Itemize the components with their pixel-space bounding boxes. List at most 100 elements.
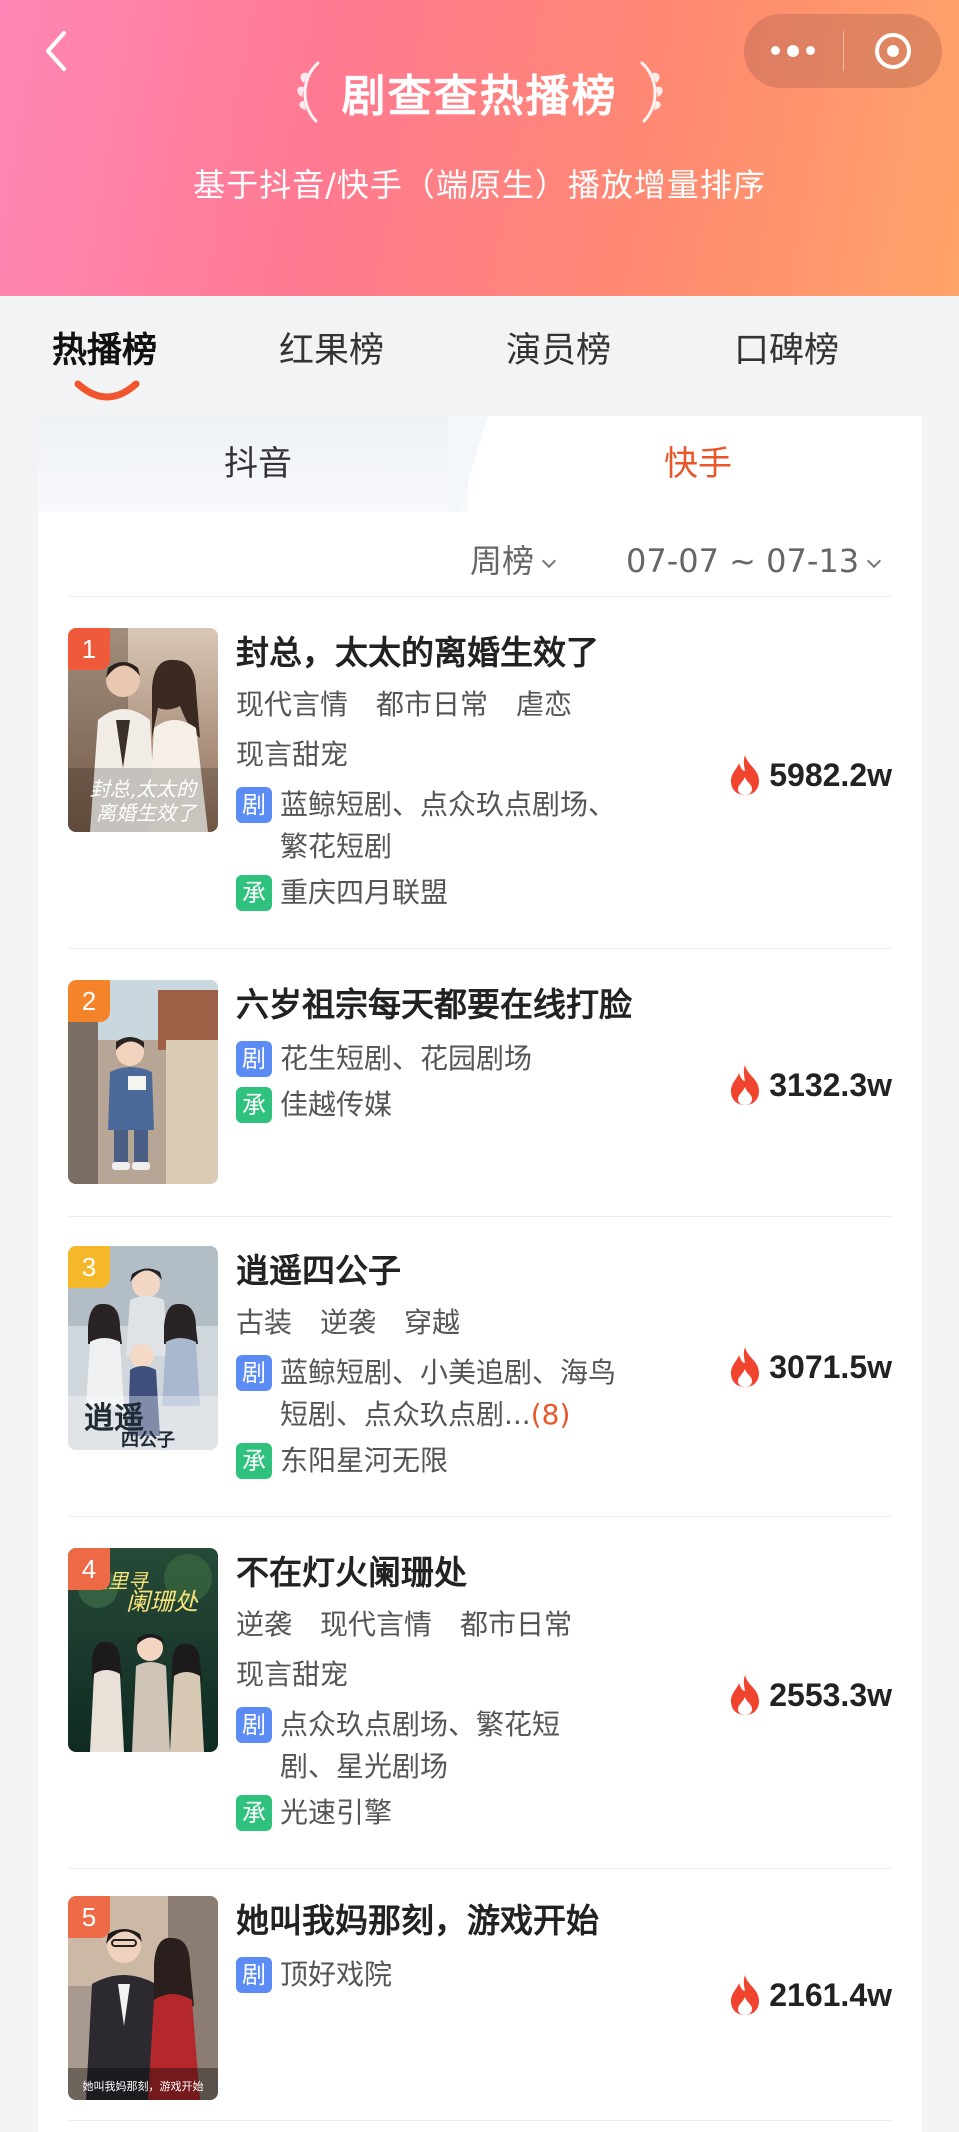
filter-row: 周榜 07-07 ~ 07-13 — [38, 516, 922, 606]
drama-title: 封总，太太的离婚生效了 — [236, 633, 599, 672]
platforms-text: 花生短剧、花园剧场 — [280, 1042, 533, 1075]
drama-info: 逍遥四公子 古装 逆袭 穿越 剧 蓝鲸短剧、小美追剧、海鸟短剧、点众玖点剧...(8… — [236, 1246, 706, 1482]
drama-title: 六岁祖宗每天都要在线打脸 — [236, 985, 632, 1024]
header-banner: 剧查查热播榜 基于抖音/快手（端原生）播放增量排序 — [0, 0, 959, 296]
rank-badge: 4 — [68, 1548, 110, 1590]
platform-label: 剧 — [236, 1355, 272, 1391]
tab-hot[interactable]: 热播榜 — [52, 326, 157, 376]
main-tab-bar: 热播榜 红果榜 演员榜 口碑榜 — [0, 296, 959, 416]
platforms-line: 剧 花生短剧、花园剧场 — [236, 1038, 706, 1080]
heat-number: 3132.3w — [769, 1066, 892, 1103]
tab-actors[interactable]: 演员榜 — [506, 326, 611, 376]
platform-label: 剧 — [236, 1957, 272, 1993]
producer-label: 承 — [236, 1443, 272, 1479]
platforms-line: 剧 顶好戏院 — [236, 1954, 706, 1996]
drama-poster: 2 — [68, 980, 218, 1184]
producer-label: 承 — [236, 1795, 272, 1831]
drama-row[interactable]: 封总,太太的 离婚生效了 1 封总，太太的离婚生效了 现代言情 都市日常 虐恋 现言… — [68, 628, 892, 928]
svg-text:她叫我妈那刻，游戏开始: 她叫我妈那刻，游戏开始 — [83, 2079, 204, 2093]
platforms-text: 蓝鲸短剧、小美追剧、海鸟短剧、点众玖点剧...(8) — [280, 1352, 620, 1436]
drama-info: 她叫我妈那刻，游戏开始 剧 顶好戏院 — [236, 1896, 706, 1996]
platforms-text: 点众玖点剧场、繁花短剧、星光剧场 — [280, 1708, 561, 1783]
drama-tags: 逆袭 现代言情 都市日常 现言甜宠 — [236, 1600, 706, 1700]
date-range-value: 07-07 ~ 07-13 — [626, 542, 860, 580]
producer-text: 东阳星河无限 — [280, 1444, 449, 1477]
period-select[interactable]: 周榜 — [470, 536, 557, 586]
divider — [68, 1868, 892, 1869]
drama-poster: 她叫我妈那刻，游戏开始 5 — [68, 1896, 218, 2100]
producer-line: 承 佳越传媒 — [236, 1084, 706, 1126]
tag: 虐恋 — [516, 688, 573, 721]
laurel-left-icon — [296, 61, 319, 123]
heat-value: 2553.3w — [727, 1670, 892, 1720]
tag: 现言甜宠 — [236, 738, 349, 771]
drama-info: 封总，太太的离婚生效了 现代言情 都市日常 虐恋 现言甜宠 剧 蓝鲸短剧、点众玖点剧… — [236, 628, 706, 914]
tag: 逆袭 — [320, 1306, 377, 1339]
platform-label: 剧 — [236, 1041, 272, 1077]
drama-row[interactable]: 众里寻 阑珊处 4 不在灯火阑珊处 逆袭 现代言情 都市日常 现言甜宠 剧 点众… — [68, 1548, 892, 1848]
platforms-line: 剧 蓝鲸短剧、点众玖点剧场、繁花短剧 — [236, 784, 706, 868]
platform-label: 剧 — [236, 1707, 272, 1743]
tab-reputation[interactable]: 口碑榜 — [734, 326, 839, 376]
tab-hongguo[interactable]: 红果榜 — [279, 326, 384, 376]
producer-label: 承 — [236, 1087, 272, 1123]
tag: 现言甜宠 — [236, 1658, 349, 1691]
date-range-select[interactable]: 07-07 ~ 07-13 — [626, 536, 882, 586]
tag: 穿越 — [404, 1306, 461, 1339]
divider — [68, 596, 892, 597]
ranking-card: 抖音 快手 周榜 07-07 ~ 07-13 封总,太太的 离婚生效了 1 封总… — [38, 416, 922, 2132]
rank-badge: 5 — [68, 1896, 110, 1938]
drama-title: 逍遥四公子 — [236, 1251, 401, 1290]
tag: 古装 — [236, 1306, 293, 1339]
heat-number: 2553.3w — [769, 1676, 892, 1713]
heat-value: 2161.4w — [727, 1970, 892, 2020]
fire-icon — [731, 1065, 760, 1105]
drama-info: 不在灯火阑珊处 逆袭 现代言情 都市日常 现言甜宠 剧 点众玖点剧场、繁花短剧、星光… — [236, 1548, 706, 1834]
platform-tab-bar: 抖音 快手 — [38, 416, 922, 512]
tag: 现代言情 — [236, 688, 349, 721]
rank-badge: 2 — [68, 980, 110, 1022]
tag: 都市日常 — [460, 1608, 573, 1641]
platforms-line: 剧 蓝鲸短剧、小美追剧、海鸟短剧、点众玖点剧...(8) — [236, 1352, 706, 1436]
heat-number: 5982.2w — [769, 756, 892, 793]
title-row: 剧查查热播榜 — [0, 56, 959, 128]
fire-icon — [731, 1675, 760, 1715]
producer-text: 光速引擎 — [280, 1796, 393, 1829]
heat-number: 2161.4w — [769, 1976, 892, 2013]
producer-text: 重庆四月联盟 — [280, 876, 449, 909]
svg-text:四公子: 四公子 — [121, 1430, 175, 1450]
producer-line: 承 光速引擎 — [236, 1792, 706, 1834]
platforms-text: 顶好戏院 — [280, 1958, 393, 1991]
more-platforms-link[interactable]: (8) — [531, 1398, 571, 1431]
producer-label: 承 — [236, 875, 272, 911]
divider — [68, 2120, 892, 2121]
laurel-right-icon — [640, 61, 663, 123]
tag: 逆袭 — [236, 1608, 293, 1641]
tag: 都市日常 — [376, 688, 489, 721]
chevron-down-icon — [867, 553, 882, 569]
fire-icon — [731, 1347, 760, 1387]
tag: 现代言情 — [320, 1608, 433, 1641]
divider — [68, 1516, 892, 1517]
drama-poster: 封总,太太的 离婚生效了 1 — [68, 628, 218, 832]
drama-title: 她叫我妈那刻，游戏开始 — [236, 1901, 599, 1940]
producer-line: 承 重庆四月联盟 — [236, 872, 706, 914]
tab-douyin[interactable]: 抖音 — [148, 416, 368, 512]
more-dots-icon — [771, 44, 816, 57]
rank-badge: 3 — [68, 1246, 110, 1288]
producer-text: 佳越传媒 — [280, 1088, 393, 1121]
drama-row[interactable]: 逍遥 四公子 3 逍遥四公子 古装 逆袭 穿越 剧 蓝鲸短剧、小美追剧、海鸟短剧、点… — [68, 1246, 892, 1496]
tab-kuaishou[interactable]: 快手 — [588, 416, 808, 512]
drama-row[interactable]: 她叫我妈那刻，游戏开始 5 她叫我妈那刻，游戏开始 剧 顶好戏院 2161.4w — [68, 1896, 892, 2106]
period-value: 周榜 — [470, 542, 535, 580]
svg-text:阑珊处: 阑珊处 — [126, 1588, 199, 1616]
drama-poster: 逍遥 四公子 3 — [68, 1246, 218, 1450]
fire-icon — [731, 755, 760, 795]
svg-text:离婚生效了: 离婚生效了 — [96, 801, 198, 825]
drama-info: 六岁祖宗每天都要在线打脸 剧 花生短剧、花园剧场 承 佳越传媒 — [236, 980, 706, 1126]
drama-row[interactable]: 2 六岁祖宗每天都要在线打脸 剧 花生短剧、花园剧场 承 佳越传媒 3132.3… — [68, 980, 892, 1190]
heat-number: 3071.5w — [769, 1348, 892, 1385]
page-subtitle: 基于抖音/快手（端原生）播放增量排序 — [193, 166, 766, 204]
active-tab-indicator — [74, 380, 140, 401]
platforms-text: 蓝鲸短剧、点众玖点剧场、繁花短剧 — [280, 788, 617, 863]
